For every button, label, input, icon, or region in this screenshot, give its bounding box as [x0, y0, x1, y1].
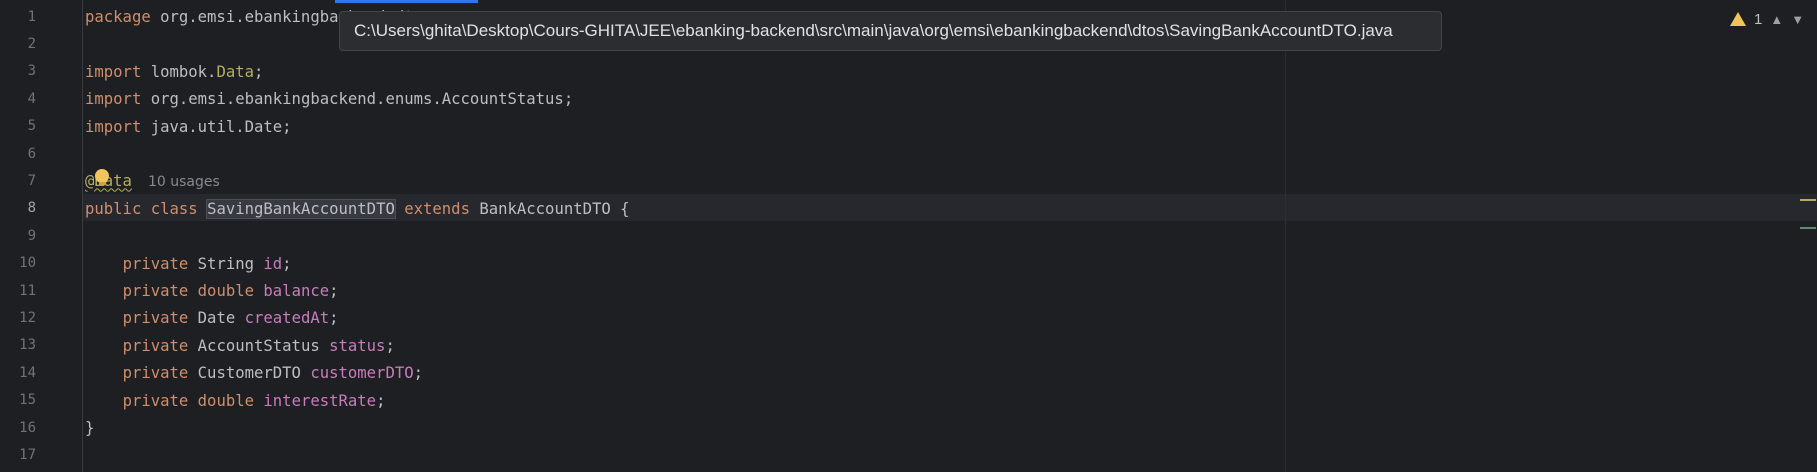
code-line-13[interactable]: private AccountStatus status;: [85, 333, 395, 360]
keyword: private: [122, 364, 189, 383]
chevron-down-icon[interactable]: ▼: [1791, 12, 1804, 27]
field-name: balance: [263, 282, 330, 300]
annotation-ref: Data: [216, 62, 255, 81]
warning-count: 1: [1754, 10, 1763, 28]
field-name: id: [263, 254, 283, 273]
line-number: 13: [19, 337, 36, 354]
code-line-11[interactable]: private double balance;: [85, 278, 339, 305]
file-path-tooltip: C:\Users\ghita\Desktop\Cours-GHITA\JEE\e…: [339, 11, 1442, 51]
keyword: private: [122, 309, 189, 328]
line-number: 15: [19, 392, 36, 409]
line-number: 10: [19, 255, 36, 272]
primitive-type: double: [197, 282, 255, 300]
keyword: public: [85, 199, 142, 218]
field-name: customerDTO: [310, 364, 414, 383]
code-line-4[interactable]: import org.emsi.ebankingbackend.enums.Ac…: [85, 86, 573, 113]
line-number: 6: [27, 145, 36, 162]
type: AccountStatus: [188, 336, 330, 355]
keyword: import: [85, 117, 142, 136]
keyword: private: [122, 282, 189, 300]
class-name[interactable]: SavingBankAccountDTO: [206, 198, 396, 219]
close-brace: }: [85, 419, 95, 437]
import-path: lombok.: [141, 62, 217, 81]
semicolon: ;: [329, 309, 339, 328]
import-path: java.util.Date;: [141, 117, 292, 136]
code-line-16[interactable]: }: [85, 415, 94, 442]
line-number: 12: [19, 310, 36, 326]
keyword: import: [85, 90, 142, 109]
semicolon: ;: [254, 62, 264, 81]
code-line-14[interactable]: private CustomerDTO customerDTO;: [85, 360, 423, 387]
semicolon: ;: [329, 282, 339, 300]
line-number-current: 8: [27, 200, 36, 217]
keyword: private: [122, 254, 189, 273]
semicolon: ;: [376, 391, 386, 410]
line-number-gutter[interactable]: 1 2 3 4 5 6 7 8 9 10 11 12 13 14 15 16 1…: [0, 0, 82, 472]
code-line-12[interactable]: private Date createdAt;: [85, 305, 339, 332]
line-number: 4: [27, 90, 36, 107]
code-line-10[interactable]: private String id;: [85, 251, 292, 278]
line-number: 17: [19, 447, 36, 463]
code-line-3[interactable]: import lombok.Data;: [85, 59, 263, 86]
chevron-up-icon[interactable]: ▲: [1770, 12, 1783, 27]
type: Date: [188, 309, 245, 328]
keyword: package: [85, 8, 151, 26]
tab-indicator: [335, 0, 478, 3]
field-name: interestRate: [263, 391, 377, 410]
type: String: [188, 254, 264, 273]
inspection-widget[interactable]: 1 ▲ ▼: [1730, 8, 1804, 30]
field-name: createdAt: [244, 309, 330, 328]
field-name: status: [329, 336, 386, 355]
primitive-type: double: [197, 391, 255, 410]
line-number: 16: [19, 419, 36, 436]
line-number: 1: [27, 8, 36, 25]
line-number: 5: [27, 118, 36, 135]
change-stripe[interactable]: [1800, 227, 1816, 229]
warning-stripe[interactable]: [1800, 199, 1816, 201]
line-number: 14: [19, 364, 36, 381]
keyword: class: [150, 199, 198, 218]
parent-class: BankAccountDTO: [479, 199, 611, 218]
code-line-5[interactable]: import java.util.Date;: [85, 114, 292, 141]
line-number: 3: [27, 63, 36, 80]
line-number: 7: [27, 173, 36, 189]
line-number: 11: [19, 282, 36, 299]
line-number: 2: [27, 36, 36, 52]
keyword: private: [122, 391, 189, 410]
warning-icon: [1730, 12, 1746, 26]
semicolon: ;: [282, 254, 292, 273]
right-margin-guide: [1285, 0, 1286, 472]
keyword: extends: [404, 199, 470, 218]
keyword: private: [122, 336, 189, 355]
import-path: org.emsi.ebankingbackend.enums.AccountSt…: [141, 90, 574, 109]
code-line-8[interactable]: public class SavingBankAccountDTO extend…: [85, 196, 630, 223]
lightbulb-icon[interactable]: [95, 169, 109, 186]
semicolon: ;: [385, 336, 395, 355]
code-line-15[interactable]: private double interestRate;: [85, 388, 386, 415]
code-editor[interactable]: 1 2 3 4 5 6 7 8 9 10 11 12 13 14 15 16 1…: [0, 0, 1817, 472]
keyword: import: [85, 62, 142, 81]
semicolon: ;: [413, 364, 424, 383]
open-brace: {: [610, 199, 630, 218]
gutter-separator: [82, 0, 83, 472]
line-number: 9: [27, 227, 36, 244]
usages-inlay-hint[interactable]: 10 usages: [148, 174, 220, 190]
type: CustomerDTO: [188, 364, 311, 383]
